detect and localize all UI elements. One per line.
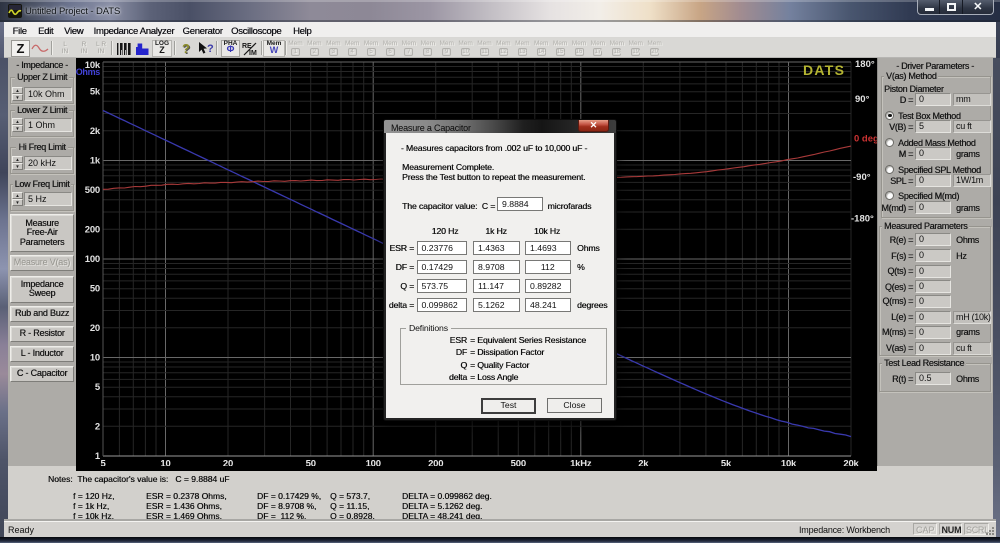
- svg-text:DATS: DATS: [803, 62, 845, 78]
- svg-text:2k: 2k: [90, 126, 101, 137]
- svg-text:500: 500: [85, 185, 100, 196]
- svg-text:200: 200: [85, 224, 100, 235]
- svg-text:180°: 180°: [855, 59, 875, 70]
- svg-text:5k: 5k: [90, 87, 101, 98]
- svg-text:100: 100: [85, 254, 100, 265]
- svg-text:2: 2: [95, 421, 100, 432]
- svg-text:-180°: -180°: [851, 213, 874, 224]
- svg-text:IM: IM: [249, 50, 257, 56]
- svg-text:20: 20: [90, 323, 100, 334]
- svg-text:?: ?: [207, 43, 214, 55]
- svg-text:10: 10: [90, 353, 100, 364]
- svg-text:50: 50: [90, 284, 100, 295]
- svg-text:5: 5: [95, 382, 101, 393]
- svg-text:0 deg: 0 deg: [854, 134, 877, 145]
- svg-text:1k: 1k: [90, 156, 101, 167]
